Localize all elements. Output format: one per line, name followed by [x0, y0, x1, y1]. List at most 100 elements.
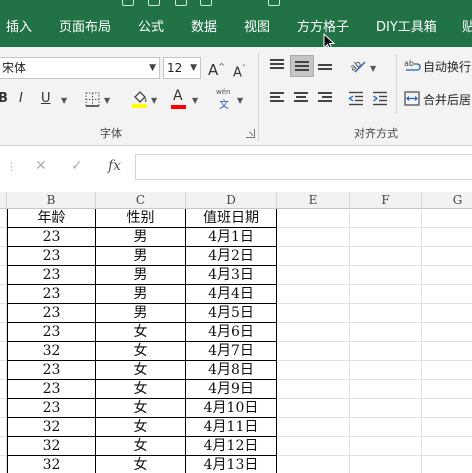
align-left-icon[interactable] [270, 92, 286, 106]
italic-button[interactable]: I [19, 90, 23, 108]
empty-cell[interactable] [0, 209, 7, 228]
table-cell[interactable]: 女 [96, 323, 186, 342]
empty-cell[interactable] [422, 437, 472, 456]
table-cell[interactable]: 23 [7, 380, 96, 399]
quick-access-icon[interactable] [175, 0, 187, 6]
shrink-font-button[interactable]: Aˇ [233, 60, 246, 82]
tab-more[interactable]: 贴 [462, 20, 472, 36]
worksheet-grid[interactable]: 年龄 性别 值班日期 23 男 4月1日 23 男 4月2日 23 男 4月3日 23 男 4月4日 23 男 4… [0, 209, 472, 473]
tab-diy-toolbox[interactable]: DIY工具箱 [376, 20, 437, 36]
table-cell[interactable]: 女 [96, 456, 186, 473]
table-cell[interactable]: 女 [96, 342, 186, 361]
tab-view[interactable]: 视图 [244, 20, 270, 36]
empty-cell[interactable] [350, 304, 422, 323]
empty-cell[interactable] [0, 380, 7, 399]
table-cell[interactable]: 4月13日 [186, 456, 277, 473]
bold-button[interactable]: B [0, 90, 8, 108]
empty-cell[interactable] [0, 285, 7, 304]
font-name-select[interactable]: 宋体 ▼ [0, 57, 160, 79]
tab-data[interactable]: 数据 [191, 20, 217, 36]
empty-cell[interactable] [277, 285, 350, 304]
empty-cell[interactable] [0, 228, 7, 247]
table-cell[interactable]: 4月2日 [186, 247, 277, 266]
empty-cell[interactable] [422, 418, 472, 437]
fill-color-icon[interactable] [131, 89, 148, 108]
grow-font-button[interactable]: A^ [208, 58, 225, 79]
empty-cell[interactable] [422, 380, 472, 399]
formula-input[interactable] [135, 154, 472, 180]
align-bottom-icon[interactable] [318, 64, 334, 78]
orientation-icon[interactable]: ab [349, 58, 367, 74]
column-header-f[interactable]: F [350, 192, 422, 209]
table-cell[interactable]: 23 [7, 228, 96, 247]
empty-cell[interactable] [350, 209, 422, 228]
table-cell[interactable]: 女 [96, 418, 186, 437]
empty-cell[interactable] [0, 361, 7, 380]
empty-cell[interactable] [350, 342, 422, 361]
empty-cell[interactable] [277, 247, 350, 266]
chevron-down-icon[interactable]: ▼ [192, 96, 198, 105]
table-cell[interactable]: 4月4日 [186, 285, 277, 304]
empty-cell[interactable] [0, 418, 7, 437]
empty-cell[interactable] [422, 323, 472, 342]
empty-cell[interactable] [277, 323, 350, 342]
empty-cell[interactable] [350, 266, 422, 285]
empty-cell[interactable] [350, 247, 422, 266]
align-top-icon[interactable] [270, 59, 286, 73]
quick-access-icon[interactable] [200, 0, 212, 6]
empty-cell[interactable] [0, 456, 7, 473]
empty-cell[interactable] [0, 399, 7, 418]
empty-cell[interactable] [277, 228, 350, 247]
table-cell[interactable]: 32 [7, 456, 96, 473]
empty-cell[interactable] [422, 456, 472, 473]
header-cell[interactable]: 年龄 [7, 209, 96, 228]
merge-center-button[interactable]: 合并后居 [423, 92, 471, 108]
column-header-b[interactable]: B [7, 192, 96, 209]
wrap-text-icon[interactable]: ab [404, 58, 421, 74]
table-cell[interactable]: 4月10日 [186, 399, 277, 418]
empty-cell[interactable] [350, 361, 422, 380]
tab-insert[interactable]: 插入 [6, 20, 32, 36]
empty-cell[interactable] [350, 456, 422, 473]
column-header-g[interactable]: G [422, 192, 472, 209]
empty-cell[interactable] [277, 399, 350, 418]
empty-cell[interactable] [422, 209, 472, 228]
empty-cell[interactable] [277, 380, 350, 399]
empty-cell[interactable] [277, 418, 350, 437]
empty-cell[interactable] [277, 456, 350, 473]
table-cell[interactable]: 4月12日 [186, 437, 277, 456]
empty-cell[interactable] [350, 380, 422, 399]
quick-access-icon[interactable] [148, 0, 160, 6]
empty-cell[interactable] [422, 342, 472, 361]
table-cell[interactable]: 4月11日 [186, 418, 277, 437]
decrease-indent-icon[interactable] [348, 91, 364, 106]
empty-cell[interactable] [350, 228, 422, 247]
table-cell[interactable]: 23 [7, 266, 96, 285]
header-cell[interactable]: 值班日期 [186, 209, 277, 228]
table-cell[interactable]: 32 [7, 437, 96, 456]
table-cell[interactable]: 4月7日 [186, 342, 277, 361]
chevron-down-icon[interactable]: ▼ [61, 96, 67, 105]
table-cell[interactable]: 男 [96, 266, 186, 285]
empty-cell[interactable] [422, 228, 472, 247]
header-cell[interactable]: 性别 [96, 209, 186, 228]
table-cell[interactable]: 32 [7, 342, 96, 361]
font-size-select[interactable]: 12 ▼ [163, 57, 201, 79]
merge-center-icon[interactable] [404, 91, 420, 106]
empty-cell[interactable] [422, 304, 472, 323]
align-center-icon[interactable] [294, 92, 310, 106]
table-cell[interactable]: 男 [96, 247, 186, 266]
empty-cell[interactable] [0, 266, 7, 285]
empty-cell[interactable] [422, 361, 472, 380]
quick-access-icon[interactable] [268, 0, 280, 6]
empty-cell[interactable] [0, 247, 7, 266]
table-cell[interactable]: 男 [96, 304, 186, 323]
table-cell[interactable]: 4月1日 [186, 228, 277, 247]
chevron-down-icon[interactable]: ▼ [104, 96, 110, 105]
empty-cell[interactable] [0, 304, 7, 323]
phonetic-button[interactable]: 文 [219, 96, 229, 111]
underline-button[interactable]: U [41, 90, 51, 108]
tab-formulas[interactable]: 公式 [138, 20, 164, 36]
empty-cell[interactable] [0, 437, 7, 456]
table-cell[interactable]: 23 [7, 285, 96, 304]
